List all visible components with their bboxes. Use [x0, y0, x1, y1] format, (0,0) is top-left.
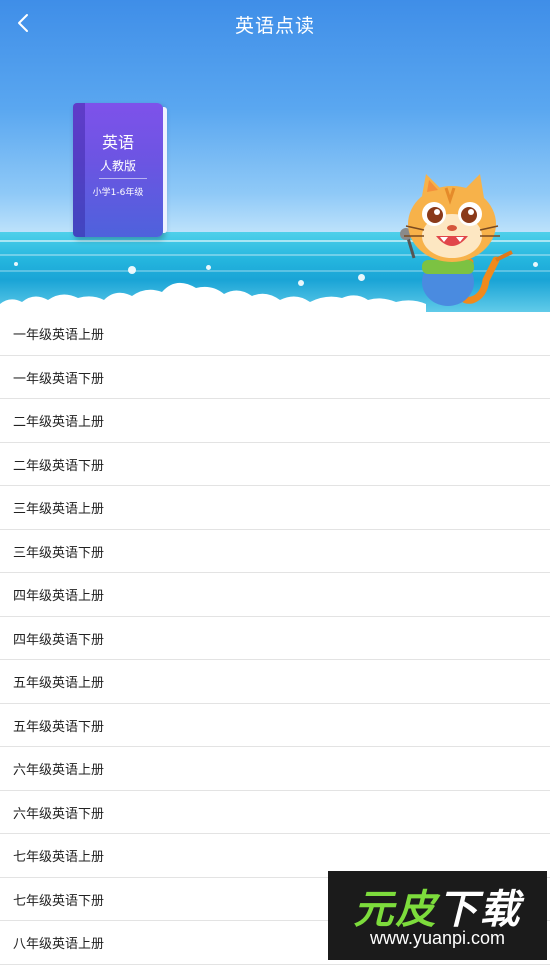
watermark-url: www.yuanpi.com [369, 928, 506, 948]
list-item[interactable]: 四年级英语下册 [0, 617, 550, 660]
header-banner: 英语点读 英语 人教版 小学1-6年级 [0, 0, 550, 312]
list-item[interactable]: 二年级英语下册 [0, 443, 550, 486]
list-item[interactable]: 一年级英语下册 [0, 356, 550, 399]
list-item[interactable]: 五年级英语下册 [0, 704, 550, 747]
textbook-list: 一年级英语上册 一年级英语下册 二年级英语上册 二年级英语下册 三年级英语上册 … [0, 312, 550, 965]
list-item-label: 二年级英语上册 [13, 415, 105, 430]
list-item[interactable]: 五年级英语上册 [0, 660, 550, 704]
book-pages [163, 107, 167, 233]
list-item-label: 七年级英语下册 [13, 893, 105, 909]
book-subject: 英语 [101, 133, 134, 152]
list-item-label: 二年级英语下册 [13, 458, 105, 474]
list-item-label: 六年级英语下册 [13, 806, 105, 822]
list-item[interactable]: 一年级英语上册 [0, 312, 550, 356]
list-item-label: 四年级英语上册 [13, 589, 105, 604]
page-title: 英语点读 [234, 15, 315, 37]
list-item[interactable]: 二年级英语上册 [0, 399, 550, 443]
list-item[interactable]: 六年级英语下册 [0, 791, 550, 834]
book-divider [99, 178, 147, 179]
list-item-label: 五年级英语上册 [13, 676, 105, 691]
list-item-label: 三年级英语上册 [13, 502, 105, 517]
book-grades: 小学1-6年级 [92, 188, 144, 198]
list-item[interactable]: 三年级英语上册 [0, 486, 550, 530]
list-item-label: 五年级英语下册 [13, 719, 105, 735]
list-item-label: 三年级英语下册 [13, 545, 105, 561]
list-item-label: 四年级英语下册 [13, 632, 105, 648]
book-edition: 人教版 [99, 159, 136, 173]
top-bar: 英语点读 [0, 0, 550, 46]
list-item-label: 六年级英语上册 [13, 763, 105, 778]
book-cover: 英语 人教版 小学1-6年级 [73, 103, 167, 237]
list-item[interactable]: 四年级英语上册 [0, 573, 550, 617]
watermark: 元皮下载 www.yuanpi.com [328, 871, 547, 960]
list-item-label: 七年级英语上册 [13, 850, 105, 865]
list-item-label: 一年级英语上册 [13, 328, 105, 343]
list-item[interactable]: 六年级英语上册 [0, 747, 550, 791]
watermark-logo: 元皮下载 [353, 887, 522, 933]
list-item-label: 一年级英语下册 [13, 371, 105, 387]
list-item-label: 八年级英语上册 [13, 937, 105, 952]
list-item[interactable]: 三年级英语下册 [0, 530, 550, 573]
cartoon-cat-icon [400, 174, 513, 306]
